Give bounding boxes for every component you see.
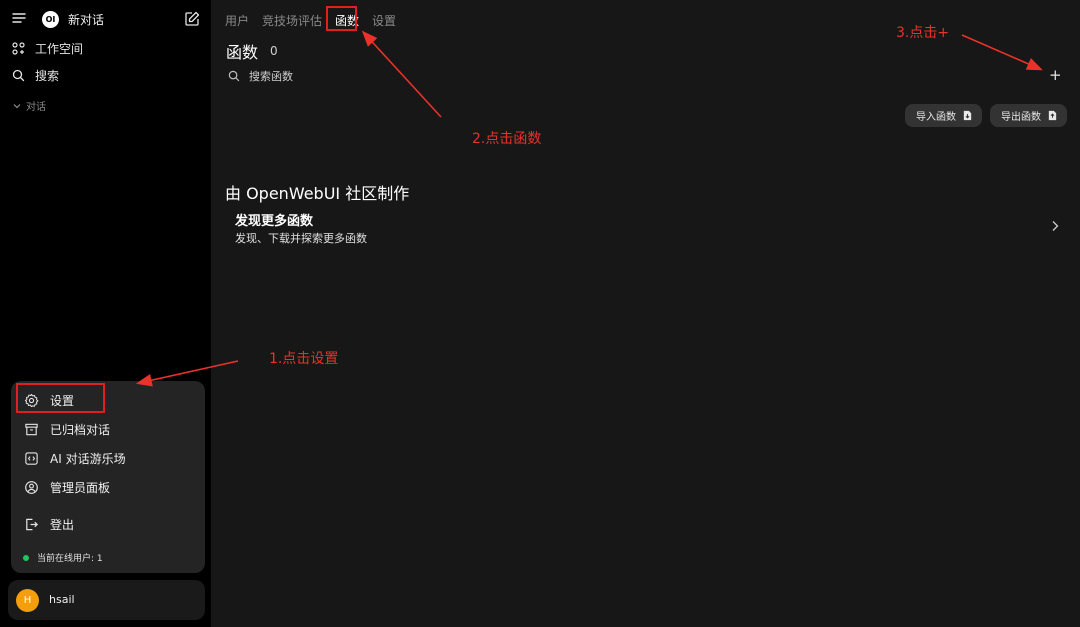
code-icon xyxy=(23,450,39,466)
search-icon xyxy=(12,69,25,82)
discover-more-functions-card[interactable]: 发现更多函数 发现、下载并探索更多函数 xyxy=(235,208,1060,248)
workspace-label: 工作空间 xyxy=(35,42,84,56)
archived-label: 已归档对话 xyxy=(50,422,111,437)
search-label: 搜索 xyxy=(35,69,60,83)
chats-section-toggle[interactable]: 对话 xyxy=(13,98,46,113)
user-circle-icon xyxy=(23,479,39,495)
chevron-down-icon xyxy=(13,102,21,110)
annotation-step2: 2.点击函数 xyxy=(472,131,542,147)
online-users-status: 当前在线用户: 1 xyxy=(23,551,103,564)
admin-tabs: 用户 竞技场评估 函数 设置 xyxy=(225,12,396,29)
playground-label: AI 对话游乐场 xyxy=(50,451,126,466)
chevron-right-icon xyxy=(1050,220,1060,232)
tab-arena-evaluation[interactable]: 竞技场评估 xyxy=(262,12,322,29)
sidebar-toggle-button[interactable] xyxy=(12,11,26,25)
discover-description: 发现、下载并探索更多函数 xyxy=(235,232,367,245)
menu-item-playground[interactable]: AI 对话游乐场 xyxy=(11,445,126,471)
annotation-step3: 3.点击+ xyxy=(896,25,950,41)
community-heading: 由 OpenWebUI 社区制作 xyxy=(225,184,410,203)
sidebar: OI 新对话 工作空间 搜索 对话 设置 已归档对话 AI 对话游乐场 管理员面… xyxy=(0,0,211,627)
sidebar-item-search[interactable]: 搜索 xyxy=(12,67,59,84)
compose-button[interactable] xyxy=(184,11,200,27)
menu-item-archived-chats[interactable]: 已归档对话 xyxy=(11,416,110,442)
workspace-icon xyxy=(12,42,25,55)
export-functions-button[interactable]: 导出函数 xyxy=(990,104,1067,127)
new-chat-label: 新对话 xyxy=(68,13,105,27)
user-name: hsail xyxy=(49,593,75,606)
search-functions-field[interactable]: 搜索函数 xyxy=(228,68,868,84)
search-icon xyxy=(228,70,240,82)
page-header: 函数 0 xyxy=(226,39,278,63)
online-dot xyxy=(23,554,29,561)
search-functions-placeholder: 搜索函数 xyxy=(249,70,293,83)
menu-item-logout[interactable]: 登出 xyxy=(11,511,74,537)
admin-label: 管理员面板 xyxy=(50,480,111,495)
import-label: 导入函数 xyxy=(916,112,956,123)
page-title: 函数 xyxy=(226,43,259,62)
tab-settings[interactable]: 设置 xyxy=(372,12,396,29)
logout-label: 登出 xyxy=(50,517,75,532)
import-functions-button[interactable]: 导入函数 xyxy=(905,104,982,127)
function-count: 0 xyxy=(270,44,278,58)
avatar: H xyxy=(16,589,39,612)
file-export-icon xyxy=(1047,110,1058,121)
online-users-label: 当前在线用户: 1 xyxy=(37,554,103,564)
logout-icon xyxy=(23,516,39,532)
sidebar-item-workspace[interactable]: 工作空间 xyxy=(12,40,83,57)
main-content: 用户 竞技场评估 函数 设置 函数 0 搜索函数 + 导入函数 导出函数 由 O… xyxy=(211,0,1080,627)
highlight-functions-tab xyxy=(326,6,357,31)
new-chat-button[interactable]: OI 新对话 xyxy=(42,11,104,28)
menu-icon xyxy=(12,11,26,25)
menu-item-admin-panel[interactable]: 管理员面板 xyxy=(11,474,110,500)
archive-icon xyxy=(23,421,39,437)
file-import-icon xyxy=(962,110,973,121)
annotation-step1: 1.点击设置 xyxy=(269,351,339,367)
discover-title: 发现更多函数 xyxy=(235,214,314,229)
edit-icon xyxy=(184,11,200,27)
user-profile-button[interactable]: H hsail xyxy=(8,580,205,620)
chats-section-label: 对话 xyxy=(26,102,46,113)
export-label: 导出函数 xyxy=(1001,112,1041,123)
openwebui-logo-icon: OI xyxy=(42,11,59,28)
add-function-button[interactable]: + xyxy=(1049,66,1062,84)
highlight-settings-item xyxy=(16,383,105,413)
tab-users[interactable]: 用户 xyxy=(225,12,249,29)
